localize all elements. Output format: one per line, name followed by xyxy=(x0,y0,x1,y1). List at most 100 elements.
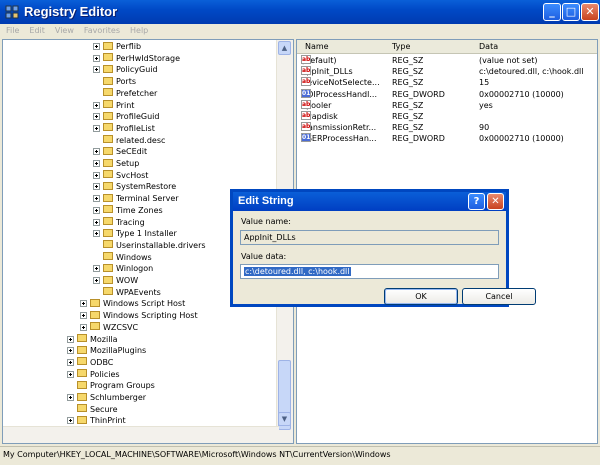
tree-item[interactable]: Userinstallable.drivers xyxy=(93,240,206,251)
tree-item[interactable]: Secure xyxy=(67,404,118,415)
tree-item[interactable]: ThinPrint xyxy=(67,415,126,426)
expand-plus-icon[interactable] xyxy=(67,347,74,355)
menu-view[interactable]: View xyxy=(51,24,78,38)
menu-help[interactable]: Help xyxy=(126,24,152,38)
expand-plus-icon[interactable] xyxy=(80,300,87,308)
edit-string-dialog[interactable]: Edit String ? ✕ Value name: AppInit_DLLs… xyxy=(230,189,536,307)
tree-item[interactable]: Policies xyxy=(67,369,120,380)
tree-item[interactable]: Perflib xyxy=(93,41,141,52)
tree-item[interactable]: Setup xyxy=(93,158,139,169)
folder-icon xyxy=(103,275,113,284)
folder-icon xyxy=(90,310,100,319)
expand-plus-icon[interactable] xyxy=(93,206,100,214)
tree-horizontal-scrollbar[interactable] xyxy=(3,426,279,443)
expand-plus-icon[interactable] xyxy=(93,265,100,273)
expand-plus-icon[interactable] xyxy=(93,148,100,156)
expand-plus-icon[interactable] xyxy=(93,160,100,167)
tree-item[interactable]: Windows xyxy=(93,252,152,263)
expand-plus-icon[interactable] xyxy=(80,323,87,331)
expand-plus-icon[interactable] xyxy=(93,54,100,62)
value-name-cell: ab Spooler xyxy=(301,99,331,111)
expand-plus-icon[interactable] xyxy=(93,101,100,109)
dialog-close-button[interactable]: ✕ xyxy=(487,193,504,210)
tree-item[interactable]: Time Zones xyxy=(93,205,163,216)
column-data-header[interactable]: Data xyxy=(479,40,498,53)
tree-item[interactable]: Print xyxy=(93,100,134,111)
expand-plus-icon[interactable] xyxy=(93,230,100,238)
menu-favorites[interactable]: Favorites xyxy=(80,24,124,38)
expand-plus-icon[interactable] xyxy=(67,358,74,366)
expand-plus-icon[interactable] xyxy=(93,183,100,191)
tree-item-label: Schlumberger xyxy=(90,393,147,402)
list-row[interactable]: ab Spooler REG_SZ yes xyxy=(297,99,597,111)
menu-edit[interactable]: Edit xyxy=(25,24,49,38)
tree-item[interactable]: WZCSVC xyxy=(80,322,138,333)
tree-item[interactable]: Windows Script Host xyxy=(80,298,185,309)
column-name-header[interactable]: Name xyxy=(305,40,329,53)
expand-plus-icon[interactable] xyxy=(67,394,74,401)
title-bar[interactable]: Registry Editor _ □ ✕ xyxy=(0,0,600,24)
tree-item[interactable]: ODBC xyxy=(67,357,113,368)
expand-plus-icon[interactable] xyxy=(67,335,74,343)
tree-item[interactable]: SystemRestore xyxy=(93,181,176,192)
tree-item[interactable]: Ports xyxy=(93,76,136,87)
tree-item[interactable]: Schlumberger xyxy=(67,392,147,403)
tree-item-label: Policies xyxy=(90,369,120,379)
expand-plus-icon[interactable] xyxy=(93,277,100,284)
tree-item[interactable]: Terminal Server xyxy=(93,193,179,204)
tree-item[interactable]: Type 1 Installer xyxy=(93,228,177,239)
tree-item[interactable]: MozillaPlugins xyxy=(67,345,146,356)
expand-plus-icon[interactable] xyxy=(93,171,100,179)
scroll-up-arrow-icon[interactable]: ▲ xyxy=(278,41,291,55)
menu-file[interactable]: File xyxy=(2,24,23,38)
tree-item-label: WPAEvents xyxy=(116,287,161,297)
list-row[interactable]: ab (Default) REG_SZ (value not set) xyxy=(297,55,597,66)
close-button[interactable]: ✕ xyxy=(581,3,599,21)
tree-item-label: Windows Scripting Host xyxy=(103,311,198,321)
maximize-button[interactable]: □ xyxy=(562,3,580,21)
minimize-button[interactable]: _ xyxy=(543,3,561,21)
tree-item[interactable]: ProfileList xyxy=(93,123,155,134)
dialog-title-bar[interactable]: Edit String ? ✕ xyxy=(233,192,506,211)
tree-item[interactable]: Winlogon xyxy=(93,263,153,274)
value-data-input[interactable]: c:\detoured.dll, c:\hook.dll xyxy=(240,264,499,279)
value-type-cell: REG_SZ xyxy=(392,123,424,133)
folder-icon xyxy=(103,181,113,190)
tree-item[interactable]: SvcHost xyxy=(93,170,148,181)
cancel-button[interactable]: Cancel xyxy=(462,288,536,305)
list-row[interactable]: 01 GDIProcessHandl... REG_DWORD 0x00002710 … xyxy=(297,88,597,100)
tree-item[interactable]: Tracing xyxy=(93,217,145,228)
value-data-label: Value data: xyxy=(241,252,287,261)
expand-plus-icon[interactable] xyxy=(93,218,100,226)
list-row[interactable]: 01 USERProcessHan... REG_DWORD 0x00002710 (… xyxy=(297,133,597,144)
list-row[interactable]: ab AppInit_DLLs REG_SZ c:\detoured.dll, c:\… xyxy=(297,66,597,77)
list-row[interactable]: ab TransmissionRetr... REG_SZ 90 xyxy=(297,122,597,133)
tree-item[interactable]: PerHwIdStorage xyxy=(93,53,180,64)
expand-plus-icon[interactable] xyxy=(93,113,100,121)
scroll-down-arrow-icon[interactable]: ▼ xyxy=(278,412,291,426)
tree-item[interactable]: Program Groups xyxy=(67,380,155,391)
list-row[interactable]: ab swapdisk REG_SZ xyxy=(297,111,597,122)
tree-item[interactable]: ProfileGuid xyxy=(93,111,159,122)
tree-item[interactable]: WPAEvents xyxy=(93,287,161,298)
expand-plus-icon[interactable] xyxy=(93,66,100,74)
tree-item[interactable]: Prefetcher xyxy=(93,88,157,99)
help-button[interactable]: ? xyxy=(468,193,485,210)
expand-plus-icon[interactable] xyxy=(93,43,100,50)
expand-plus-icon[interactable] xyxy=(80,312,87,320)
value-name-cell: ab swapdisk xyxy=(301,111,338,122)
dialog-title: Edit String xyxy=(238,195,294,207)
tree-item[interactable]: SeCEdit xyxy=(93,146,147,157)
tree-item[interactable]: Windows Scripting Host xyxy=(80,310,198,321)
tree-item[interactable]: related.desc xyxy=(93,135,165,146)
ok-button[interactable]: OK xyxy=(384,288,458,305)
expand-plus-icon[interactable] xyxy=(93,124,100,132)
tree-item[interactable]: Mozilla xyxy=(67,334,118,345)
column-type-header[interactable]: Type xyxy=(392,40,410,53)
tree-item[interactable]: PolicyGuid xyxy=(93,64,158,75)
expand-plus-icon[interactable] xyxy=(67,370,74,378)
list-row[interactable]: ab DeviceNotSelecte... REG_SZ 15 xyxy=(297,77,597,88)
expand-plus-icon[interactable] xyxy=(93,195,100,203)
expand-plus-icon[interactable] xyxy=(67,417,74,425)
tree-item[interactable]: WOW xyxy=(93,275,138,286)
